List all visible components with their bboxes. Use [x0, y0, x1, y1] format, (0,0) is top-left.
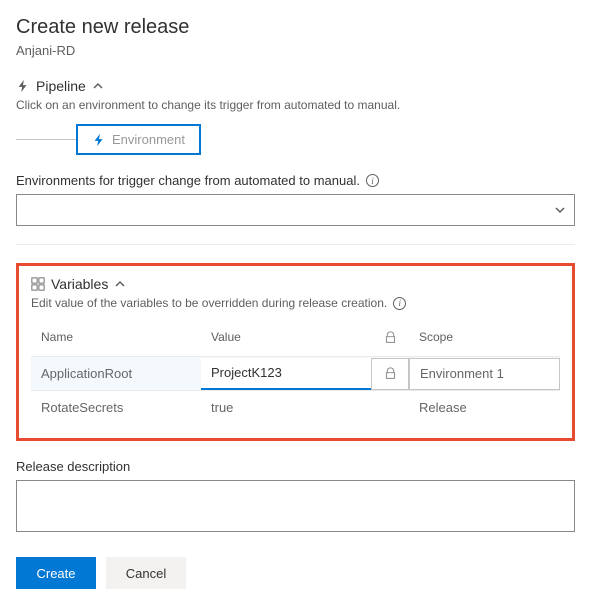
release-definition-name: Anjani-RD [16, 43, 575, 58]
table-row[interactable]: ApplicationRoot ProjectK123 Environment … [31, 356, 560, 390]
table-row[interactable]: RotateSecrets true Release [31, 390, 560, 424]
variable-scope-dropdown[interactable]: Environment 1 [409, 358, 560, 390]
variables-table-header: Name Value Scope [31, 322, 560, 356]
variable-value-cell[interactable]: true [201, 394, 371, 421]
chevron-up-icon [92, 80, 104, 92]
variable-value-input[interactable]: ProjectK123 [201, 358, 371, 390]
lock-icon [384, 367, 397, 380]
chevron-down-icon [554, 204, 566, 216]
variable-lock-cell[interactable] [371, 402, 409, 414]
chevron-up-icon [114, 278, 126, 290]
pipeline-visual: Environment [16, 124, 575, 155]
col-lock [371, 331, 409, 344]
environments-dropdown-label: Environments for trigger change from aut… [16, 173, 575, 188]
pipeline-section-title: Pipeline [36, 78, 86, 94]
info-icon[interactable]: i [366, 174, 379, 187]
variables-helper-text: Edit value of the variables to be overri… [31, 296, 560, 310]
variable-scope-cell[interactable]: Release [409, 394, 560, 421]
variables-section-title: Variables [51, 276, 108, 292]
release-description-input[interactable] [16, 480, 575, 532]
lightning-icon [92, 133, 106, 147]
variables-grid-icon [31, 277, 45, 291]
variables-highlight-box: Variables Edit value of the variables to… [16, 263, 575, 441]
page-title: Create new release [16, 16, 575, 39]
environment-stage-box[interactable]: Environment [76, 124, 201, 155]
action-buttons: Create Cancel [16, 557, 575, 589]
variable-lock-button[interactable] [371, 358, 409, 390]
cancel-button[interactable]: Cancel [106, 557, 186, 589]
lightning-icon [16, 79, 30, 93]
pipeline-connector [16, 139, 76, 140]
col-value: Value [201, 330, 371, 344]
pipeline-section-header[interactable]: Pipeline [16, 78, 575, 94]
release-description-label: Release description [16, 459, 575, 474]
lock-icon [384, 331, 397, 344]
environments-dropdown[interactable] [16, 194, 575, 226]
section-divider [16, 244, 575, 245]
variable-name-cell: RotateSecrets [31, 394, 201, 421]
info-icon[interactable]: i [393, 297, 406, 310]
pipeline-helper-text: Click on an environment to change its tr… [16, 98, 575, 112]
variables-section-header[interactable]: Variables [31, 276, 560, 292]
create-button[interactable]: Create [16, 557, 96, 589]
environment-stage-label: Environment [112, 132, 185, 147]
variables-table: Name Value Scope ApplicationRoot Project… [31, 322, 560, 424]
variable-name-cell: ApplicationRoot [31, 360, 201, 387]
col-name: Name [31, 330, 201, 344]
col-scope: Scope [409, 330, 560, 344]
